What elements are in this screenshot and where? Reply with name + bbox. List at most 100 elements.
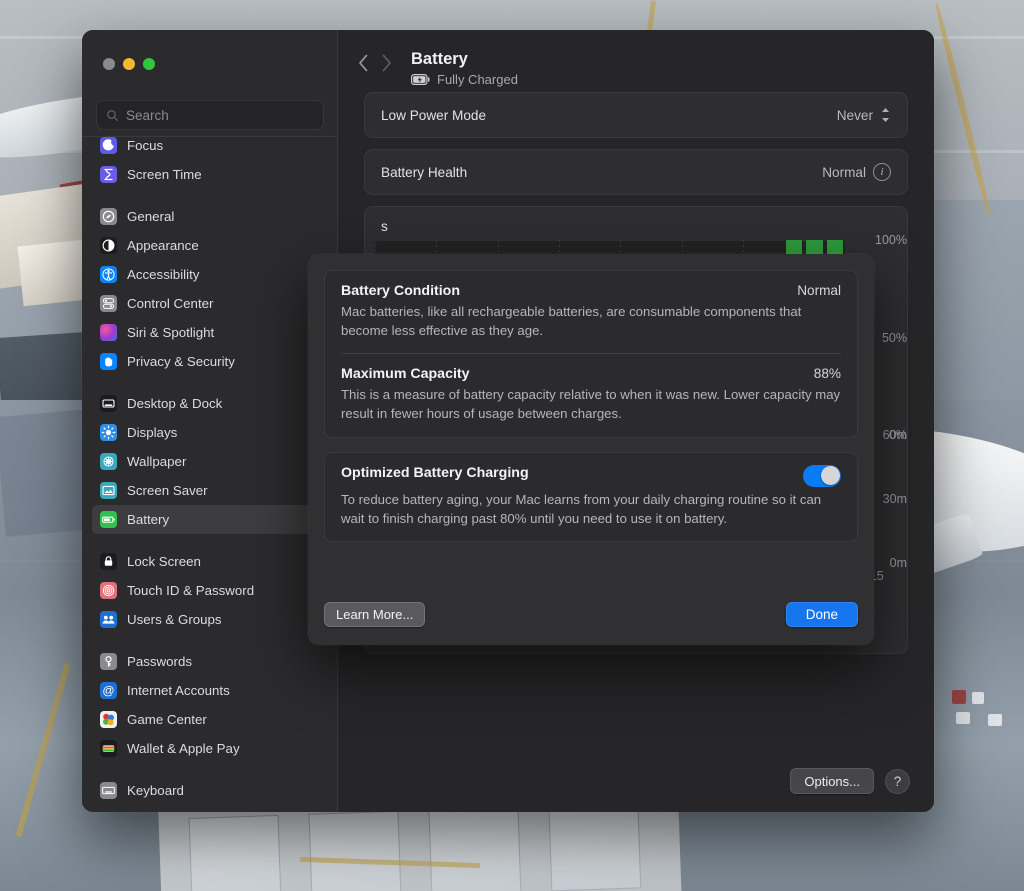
sidebar-item-accessibility[interactable]: Accessibility [92,260,327,289]
screen-saver-icon [100,481,117,499]
svg-text:@: @ [102,683,114,697]
battery-health-row[interactable]: Battery Health Normal i [365,150,907,194]
item-value: Normal [797,283,841,298]
learn-more-button[interactable]: Learn More... [324,602,426,627]
sidebar-item-desktop-dock[interactable]: Desktop & Dock [92,389,327,418]
sidebar-item-siri-spotlight[interactable]: Siri & Spotlight [92,318,327,347]
game-center-icon [100,710,117,728]
sidebar-item-passwords[interactable]: Passwords [92,647,327,676]
sidebar-item-appearance[interactable]: Appearance [92,231,327,260]
privacy-icon [100,352,117,370]
battery-status-text: Fully Charged [437,72,518,88]
nav-buttons [338,50,392,72]
sidebar-item-label: Appearance [127,237,199,253]
sidebar-item-label: Focus [127,137,164,153]
options-button[interactable]: Options... [790,768,874,794]
wallpaper-icon [100,452,117,470]
forward-chevron-icon[interactable] [381,54,392,72]
screen-time-icon [100,165,117,183]
optimized-battery-charging-item: Optimized Battery Charging To reduce bat… [341,453,841,541]
keyboard-icon [100,781,117,799]
general-icon [100,207,117,225]
maximum-capacity-item: Maximum Capacity 88% This is a measure o… [341,353,841,436]
sidebar-item-label: Battery [127,511,170,527]
sidebar-scroll-area[interactable]: Focus Screen Time General Appearance Acc… [82,136,337,812]
page-title: Battery [411,50,468,68]
optimized-charging-toggle[interactable] [803,464,841,487]
item-value: 88% [813,366,841,382]
sidebar-item-control-center[interactable]: Control Center [92,289,327,318]
sidebar-item-general[interactable]: General [92,202,327,231]
optimized-charging-card: Optimized Battery Charging To reduce bat… [324,451,858,543]
users-groups-icon [100,610,117,628]
sheet-footer: Learn More... Done [308,602,874,645]
search-placeholder: Search [126,107,169,123]
sidebar-item-lock-screen[interactable]: Lock Screen [92,547,327,576]
chart-section-title: s [381,219,388,234]
low-power-mode-row[interactable]: Low Power Mode Never [365,93,907,137]
battery-status: Fully Charged [411,72,518,87]
info-button[interactable]: i [873,163,891,181]
search-field[interactable]: Search [96,100,324,130]
sidebar-item-displays[interactable]: Displays [92,418,327,447]
accessibility-icon [100,265,117,283]
chart-y-tick: 50% [881,330,907,345]
item-description: This is a measure of battery capacity re… [341,387,841,422]
wallpaper-vehicle [952,690,966,704]
row-value-group[interactable]: Normal i [822,163,891,181]
zoom-button[interactable] [143,58,155,70]
chart-y-tick: 60m [882,428,907,442]
sidebar-item-internet-accounts[interactable]: @ Internet Accounts [92,676,327,705]
row-value-group[interactable]: Never [837,107,891,123]
sidebar-item-battery[interactable]: Battery [92,504,327,534]
sidebar-item-label: Privacy & Security [127,353,235,369]
sidebar-item-focus[interactable]: Focus [92,136,327,160]
sidebar-item-label: Screen Saver [127,482,208,498]
sidebar-item-label: Game Center [127,711,207,727]
sidebar-item-label: Control Center [127,295,214,311]
sheet-body: Battery Condition Normal Mac batteries, … [308,254,874,543]
siri-icon [100,323,117,341]
chart-y-tick: 30m [882,492,907,506]
sidebar-item-touch-id[interactable]: Touch ID & Password [92,576,327,605]
battery-condition-card: Battery Condition Normal Mac batteries, … [324,270,858,438]
row-value: Normal [822,164,866,180]
sidebar-item-label: Wallet & Apple Pay [127,740,240,756]
back-chevron-icon[interactable] [358,54,369,72]
close-button[interactable] [103,58,115,70]
toggle-knob [820,466,840,486]
battery-health-sheet: Battery Condition Normal Mac batteries, … [308,254,874,645]
sidebar-item-screen-saver[interactable]: Screen Saver [92,476,327,505]
sidebar-item-wallet-apple-pay[interactable]: Wallet & Apple Pay [92,734,327,763]
sidebar-item-wallpaper[interactable]: Wallpaper [92,447,327,476]
sidebar-item-label: Displays [127,424,178,440]
wallpaper-vehicle [988,714,1002,726]
battery-icon [100,510,117,528]
low-power-mode-card: Low Power Mode Never [364,92,908,138]
sidebar-item-privacy-security[interactable]: Privacy & Security [92,347,327,376]
touch-id-icon [100,581,117,599]
sidebar-item-label: Lock Screen [127,553,201,569]
sidebar-item-label: Keyboard [127,782,184,798]
sidebar-item-label: Desktop & Dock [127,395,223,411]
help-button[interactable]: ? [885,768,910,794]
stepper-icon[interactable] [880,107,891,123]
item-title: Optimized Battery Charging [341,464,529,481]
sidebar-item-game-center[interactable]: Game Center [92,705,327,734]
battery-charging-icon [411,74,430,86]
appearance-icon [100,236,117,254]
sidebar-item-screen-time[interactable]: Screen Time [92,160,327,189]
traffic-lights [103,58,155,70]
sidebar-item-keyboard[interactable]: Keyboard [92,776,327,805]
page-title-block: Battery Fully Charged [411,50,518,87]
main-footer-buttons: Options... ? [790,768,910,794]
sidebar-item-label: Siri & Spotlight [127,324,215,340]
row-label: Low Power Mode [381,107,487,123]
system-settings-window: Search Focus Screen Time General Appeara… [82,30,934,812]
battery-condition-item: Battery Condition Normal Mac batteries, … [341,271,841,353]
control-center-icon [100,294,117,312]
item-description: To reduce battery aging, your Mac learns… [341,491,822,526]
sidebar-item-users-groups[interactable]: Users & Groups [92,605,327,634]
minimize-button[interactable] [123,58,135,70]
done-button[interactable]: Done [785,602,858,627]
